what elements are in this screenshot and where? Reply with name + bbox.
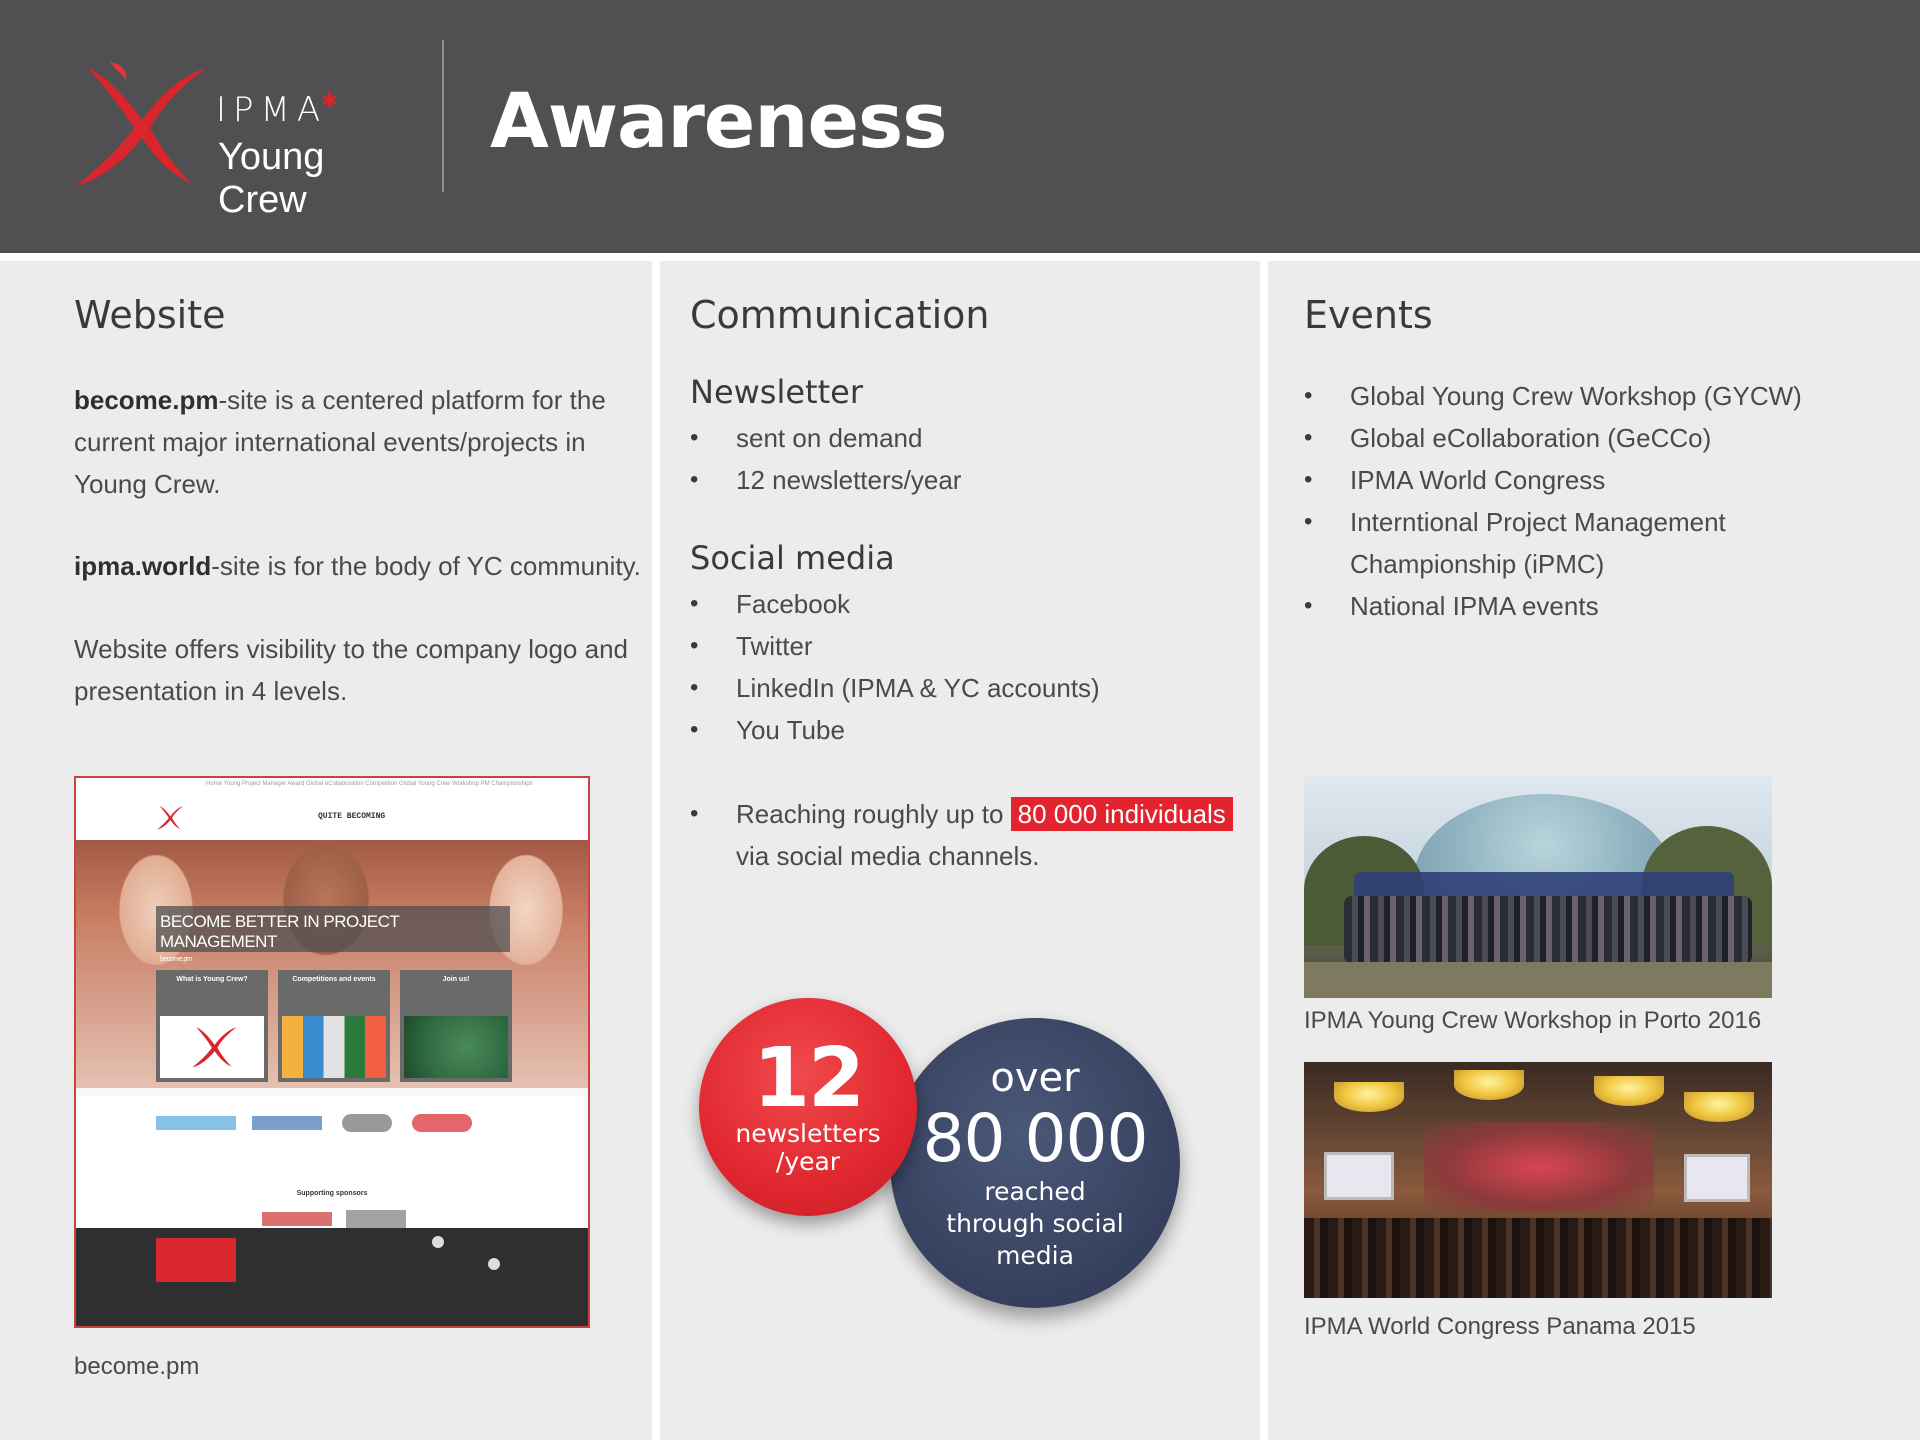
reach-highlight-badge: 80 000 individuals — [1010, 797, 1233, 831]
website-paragraph-2: ipma.world-site is for the body of YC co… — [74, 551, 641, 581]
ipma-x-mark-icon — [76, 62, 206, 186]
logo-ipma-text: IPMA✱ — [216, 88, 345, 130]
newsletter-list: sent on demand 12 newsletters/year — [690, 417, 961, 501]
panama-photo-caption: IPMA World Congress Panama 2015 — [1304, 1313, 1696, 1340]
social-media-title: Social media — [690, 539, 895, 577]
screenshot-logo-icon — [157, 806, 184, 830]
card-logo-icon — [192, 1027, 237, 1068]
screenshot-footer — [76, 1228, 588, 1326]
partner-logo-4 — [412, 1114, 472, 1132]
card-people-image — [282, 1016, 386, 1078]
page-title: Awareness — [490, 76, 947, 165]
sponsor-logo-1 — [262, 1212, 332, 1226]
newsletter-title: Newsletter — [690, 373, 863, 411]
reach-list: Reaching roughly up to 80 000 individual… — [690, 793, 1260, 877]
events-title: Events — [1304, 293, 1433, 337]
group-of-people — [1344, 896, 1752, 964]
panama-congress-photo — [1304, 1062, 1772, 1298]
list-item: sent on demand — [690, 417, 961, 459]
screenshot-header: QUITE BECOMING — [76, 792, 588, 840]
events-list: Global Young Crew Workshop (GYCW) Global… — [1304, 375, 1824, 627]
porto-photo-caption: IPMA Young Crew Workshop in Porto 2016 — [1304, 1007, 1762, 1034]
social-media-list: Facebook Twitter LinkedIn (IPMA & YC acc… — [690, 583, 1100, 751]
screenshot-partner-logos — [76, 1096, 588, 1186]
website-paragraph-3: Website offers visibility to the company… — [74, 634, 628, 706]
website-title: Website — [74, 293, 226, 337]
projection-screen — [1324, 1152, 1394, 1200]
partner-logo-3 — [342, 1114, 392, 1132]
list-item: Global eCollaboration (GeCCo) — [1304, 417, 1824, 459]
chandelier — [1684, 1092, 1754, 1122]
scroll-up-icon — [488, 1258, 500, 1270]
website-paragraph-1: become.pm-site is a centered platform fo… — [74, 385, 606, 499]
website-screenshot: Home Young Project Manager Award Global … — [74, 776, 590, 1328]
chandelier — [1334, 1082, 1404, 1112]
ipma-young-crew-logo[interactable]: IPMA✱ Young Crew — [70, 58, 410, 221]
list-item: You Tube — [690, 709, 1100, 751]
logo-registered-mark-icon: ✱ — [321, 88, 345, 112]
screenshot-card-join: Join us! — [400, 970, 512, 1082]
header-divider — [442, 40, 444, 192]
newsletter-stat-circle: 12 newsletters /year — [699, 998, 917, 1216]
become-pm-link[interactable]: become.pm — [74, 385, 219, 415]
footer-logo — [156, 1238, 236, 1282]
chandelier — [1594, 1076, 1664, 1106]
partner-logo-1 — [156, 1116, 236, 1130]
list-item: National IPMA events — [1304, 585, 1824, 627]
chandelier — [1454, 1070, 1524, 1100]
list-item: Global Young Crew Workshop (GYCW) — [1304, 375, 1824, 417]
partner-logo-2 — [252, 1116, 322, 1130]
screenshot-nav: Home Young Project Manager Award Global … — [76, 778, 588, 792]
list-item: IPMA World Congress — [1304, 459, 1824, 501]
screenshot-card-competitions: Competitions and events — [278, 970, 390, 1082]
list-item: Reaching roughly up to 80 000 individual… — [690, 793, 1260, 877]
list-item: Interntional Project Management Champion… — [1304, 501, 1824, 585]
logo-young-crew-text: Young Crew — [218, 136, 325, 221]
communication-title: Communication — [690, 293, 990, 337]
projection-screen — [1684, 1154, 1750, 1202]
list-item: Twitter — [690, 625, 1100, 667]
page-header: IPMA✱ Young Crew Awareness — [0, 0, 1920, 253]
facebook-icon — [432, 1236, 444, 1248]
list-item: LinkedIn (IPMA & YC accounts) — [690, 667, 1100, 709]
screenshot-hero: BECOME BETTER IN PROJECT MANAGEMENT beco… — [76, 840, 588, 1088]
screenshot-banner: BECOME BETTER IN PROJECT MANAGEMENT beco… — [156, 906, 510, 963]
audience — [1304, 1218, 1772, 1298]
list-item: Facebook — [690, 583, 1100, 625]
ipma-world-link[interactable]: ipma.world — [74, 551, 211, 581]
reach-stat-circle: over 80 000 reached through social media — [890, 1018, 1180, 1308]
screenshot-header-text: QUITE BECOMING — [318, 812, 386, 821]
screenshot-card-young-crew: What is Young Crew? — [156, 970, 268, 1082]
sponsor-logo-2 — [346, 1210, 406, 1228]
list-item: 12 newsletters/year — [690, 459, 961, 501]
website-screenshot-caption: become.pm — [74, 1353, 200, 1380]
porto-workshop-photo — [1304, 776, 1772, 998]
card-growth-image — [404, 1016, 508, 1078]
